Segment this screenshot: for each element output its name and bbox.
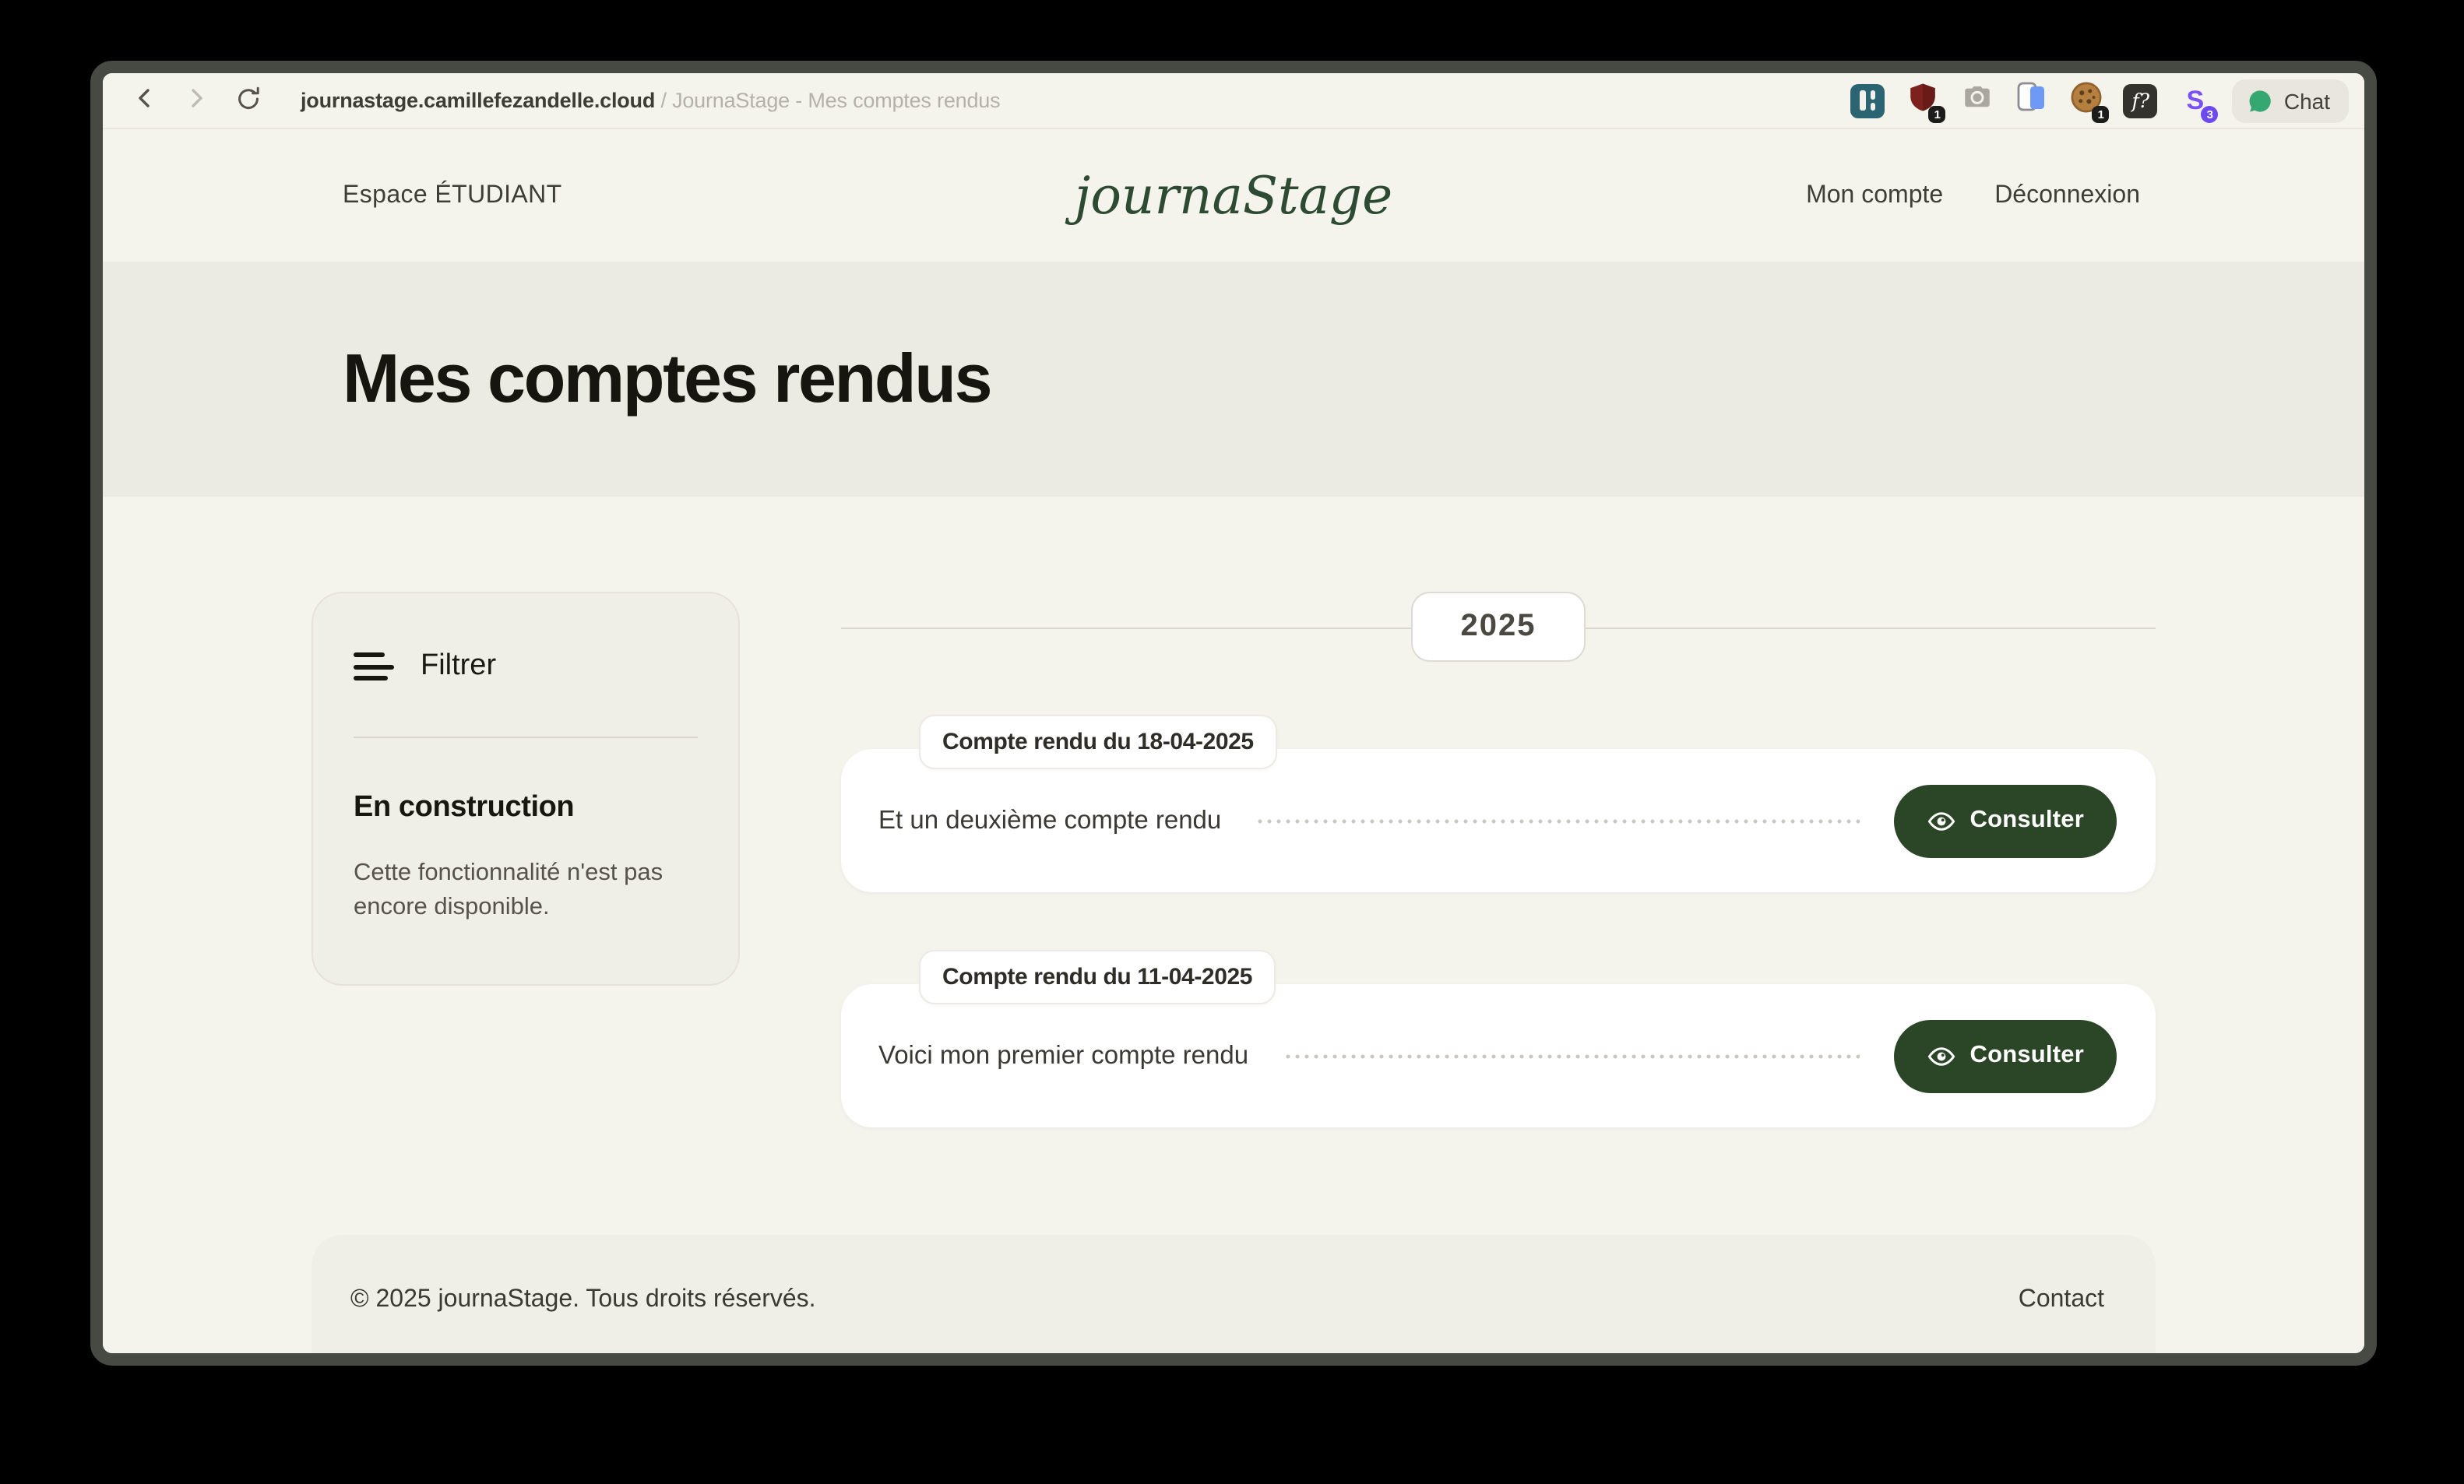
equalizer-extension-icon[interactable] [1850, 83, 1885, 118]
filter-title: Filtrer [421, 649, 497, 682]
report-label: Compte rendu du 11-04-2025 [919, 950, 1276, 1004]
font-finder-extension-icon[interactable]: f? [2123, 83, 2158, 118]
report-item: Compte rendu du 18-04-2025 Et un deuxièm… [841, 715, 2156, 892]
back-button[interactable] [125, 80, 165, 121]
mobile-view-extension-icon[interactable] [2015, 82, 2049, 118]
cookie-extension-icon[interactable]: 1 [2069, 81, 2110, 122]
reports-timeline: 2025 Compte rendu du 18-04-2025 Et un de… [841, 592, 2156, 1127]
nav-mon-compte[interactable]: Mon compte [1806, 181, 1943, 209]
filter-header[interactable]: Filtrer [354, 649, 698, 684]
main-nav: Mon compte Déconnexion [1806, 181, 2140, 209]
reload-icon [234, 85, 261, 116]
camera-glyph [1961, 80, 1994, 121]
browser-window: journastage.camillefezandelle.cloud / Jo… [90, 61, 2377, 1366]
report-card: Et un deuxième compte rendu Consulter [841, 749, 2156, 892]
url-separator: / [655, 89, 673, 112]
eye-icon [1927, 806, 1956, 835]
toolbar-extensions: 1 1 f? S 3 Chat [1850, 79, 2349, 122]
chevron-right-icon [184, 86, 209, 115]
page-title-band: Mes comptes rendus [103, 262, 2364, 497]
filter-card: Filtrer En construction Cette fonctionna… [312, 592, 740, 986]
chevron-left-icon [132, 86, 157, 115]
extension-badge: 1 [2092, 105, 2110, 122]
main-content: Filtrer En construction Cette fonctionna… [103, 497, 2364, 1353]
filter-lines-icon [354, 651, 394, 682]
page-title: Mes comptes rendus [343, 340, 993, 417]
footer-contact-link[interactable]: Contact [2019, 1286, 2104, 1314]
stylus-extension-icon[interactable]: S 3 [2178, 83, 2219, 122]
footer-copyright: © 2025 journaStage. Tous droits réservés… [350, 1286, 816, 1313]
font-finder-glyph: f? [2123, 83, 2158, 118]
extension-badge: 1 [1928, 105, 1946, 122]
chat-bubble-icon [2248, 88, 2273, 113]
dotted-leader [1255, 818, 1860, 823]
consulter-button[interactable]: Consulter [1893, 1019, 2117, 1092]
forward-button[interactable] [176, 80, 216, 121]
site-footer: © 2025 journaStage. Tous droits réservés… [312, 1235, 2156, 1353]
url-page-title: JournaStage - Mes comptes rendus [672, 89, 1001, 112]
report-item: Compte rendu du 11-04-2025 Voici mon pre… [841, 950, 2156, 1127]
browser-toolbar: journastage.camillefezandelle.cloud / Jo… [103, 73, 2364, 129]
report-text: Voici mon premier compte rendu [878, 1041, 1249, 1069]
filter-divider [354, 737, 698, 738]
url-domain: journastage.camillefezandelle.cloud [301, 89, 656, 112]
year-row: 2025 [841, 592, 2156, 662]
eye-icon [1927, 1041, 1956, 1071]
camera-extension-icon[interactable] [1960, 83, 1994, 118]
mobile-view-glyph [2015, 79, 2049, 121]
report-card: Voici mon premier compte rendu Consulter [841, 984, 2156, 1127]
report-text: Et un deuxième compte rendu [878, 806, 1222, 834]
consulter-label: Consulter [1969, 1042, 2084, 1068]
desktop: journastage.camillefezandelle.cloud / Jo… [0, 0, 2464, 1484]
dotted-leader [1283, 1053, 1860, 1058]
site-header: Espace ÉTUDIANT journaStage Mon compte D… [103, 129, 2364, 262]
chat-label: Chat [2283, 88, 2330, 113]
consulter-button[interactable]: Consulter [1893, 784, 2117, 857]
consulter-label: Consulter [1969, 807, 2084, 833]
filter-status-heading: En construction [354, 791, 575, 824]
student-space-label: Espace ÉTUDIANT [343, 181, 562, 208]
reload-button[interactable] [227, 80, 268, 121]
chat-button[interactable]: Chat [2232, 79, 2349, 122]
shield-adblock-icon[interactable]: 1 [1906, 83, 1946, 122]
extension-badge: 3 [2201, 105, 2219, 122]
filter-status-text: Cette fonctionnalité n'est pas encore di… [354, 860, 664, 920]
equalizer-glyph [1850, 83, 1885, 118]
year-badge: 2025 [1410, 592, 1586, 662]
site-logo[interactable]: journaStage [1075, 165, 1393, 226]
report-label: Compte rendu du 18-04-2025 [919, 715, 1277, 769]
address-display[interactable]: journastage.camillefezandelle.cloud / Jo… [301, 89, 1001, 112]
nav-deconnexion[interactable]: Déconnexion [1994, 181, 2140, 209]
